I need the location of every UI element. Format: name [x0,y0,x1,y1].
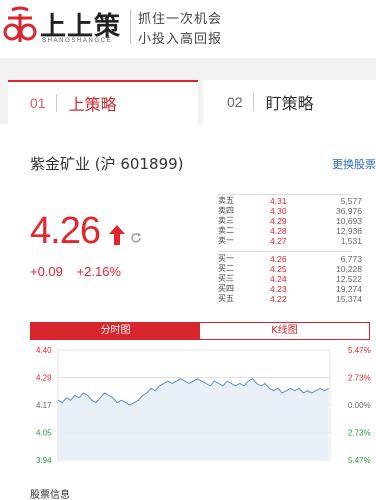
price-change: +0.09 +2.16% [30,264,121,279]
order-price: 4.31 [270,196,287,206]
order-book-divider [218,194,352,195]
order-label: 卖三 [218,216,234,225]
order-label: 买四 [218,284,234,293]
logo-en-text: SHANGSHANGCE [42,38,113,44]
order-label: 卖四 [218,206,234,215]
order-book-row-sell: 卖一 4.27 1,531 [218,236,376,246]
order-price: 4.25 [270,264,287,274]
logo-icon [3,6,37,42]
y-tick-label-left: 4.29 [36,374,52,383]
order-book-row-buy: 买三 4.24 12,522 [218,274,376,284]
order-volume: 6,773 [340,254,362,264]
tab-separator [252,93,254,111]
order-label: 买一 [218,254,234,263]
y-tick-label-right: 5.47% [348,456,371,465]
tab-label: 上策略 [68,95,117,114]
tab-label: 盯策略 [265,94,314,113]
order-label: 买二 [218,264,234,273]
tab-timeshare-chart[interactable]: 分时图 [31,323,200,339]
y-tick-label-right: 0.00% [348,401,371,410]
order-volume: 19,274 [336,284,362,294]
order-label: 买五 [218,294,234,303]
order-volume: 36,976 [336,206,362,216]
order-book-row-sell: 卖五 4.31 5,577 [218,196,376,206]
order-book-row-buy: 买四 4.23 19,274 [218,284,376,294]
tab-number: 02 [227,94,243,110]
order-volume: 1,531 [340,236,362,246]
order-volume: 5,577 [340,196,362,206]
current-price: 4.26 [30,210,101,252]
y-tick-label-right: 2.73% [348,374,371,383]
order-volume: 15,374 [336,294,362,304]
tab-separator [55,94,57,112]
y-tick-label-left: 3.94 [36,456,52,465]
tab-number: 01 [30,95,46,111]
order-volume: 12,522 [336,274,362,284]
order-book-row-sell: 卖三 4.29 10,693 [218,216,376,226]
order-price: 4.27 [270,236,287,246]
change-stock-link[interactable]: 更换股票 [332,156,376,172]
y-tick-label-left: 4.17 [36,401,52,410]
intraday-chart: 4.40 5.47% 4.29 2.73% 4.17 0.00% 4.05 2.73% 3.94… [36,346,371,465]
y-tick-label-left: 4.05 [36,429,52,438]
order-price: 4.26 [270,254,287,264]
order-label: 买三 [218,274,234,283]
order-price: 4.22 [270,294,287,304]
arrow-up-icon [109,225,125,245]
stock-title: 紫金矿业 (沪 601899) [30,155,184,173]
app-header: 上上策 SHANGSHANGCE 抓住一次机会 小投入高回报 [0,0,376,58]
change-percent: +2.16% [76,264,121,279]
order-book-row-buy: 买一 4.26 6,773 [218,254,376,264]
order-price: 4.28 [270,226,287,236]
stock-info-label: 股票信息 [30,490,70,500]
order-price: 4.30 [270,206,287,216]
order-price: 4.23 [270,284,287,294]
order-book-divider [218,251,352,252]
order-book-row-sell: 卖二 4.28 12,936 [218,226,376,236]
order-price: 4.24 [270,274,287,284]
order-label: 卖一 [218,236,234,245]
y-tick-label-right: 2.73% [348,429,371,438]
chart-tabs: 分时图 K线图 [30,322,370,340]
header-separator-band [0,58,376,80]
y-tick-label-left: 4.40 [36,346,52,355]
tab-ding-strategy[interactable]: 02 盯策略 [203,80,376,124]
order-price: 4.29 [270,216,287,226]
price-area [58,378,329,460]
order-book-row-sell: 卖四 4.30 36,976 [218,206,376,216]
tab-kline-chart[interactable]: K线图 [200,323,369,339]
change-amount: +0.09 [30,264,63,279]
order-book-row-buy: 买五 4.22 15,374 [218,294,376,304]
order-volume: 10,693 [336,216,362,226]
y-tick-label-right: 5.47% [348,346,371,355]
strategy-tabs: 01 上策略 02 盯策略 [0,80,376,124]
slogan-line-1: 抓住一次机会 [138,12,223,27]
order-volume: 10,228 [336,264,362,274]
tab-shang-strategy[interactable]: 01 上策略 [8,80,198,124]
refresh-icon[interactable] [130,232,142,244]
slogan-line-2: 小投入高回报 [138,32,223,47]
order-label: 卖五 [218,196,234,205]
order-label: 卖二 [218,226,234,235]
order-volume: 12,936 [336,226,362,236]
order-book-row-buy: 买二 4.25 10,228 [218,264,376,274]
header-divider [130,10,131,44]
